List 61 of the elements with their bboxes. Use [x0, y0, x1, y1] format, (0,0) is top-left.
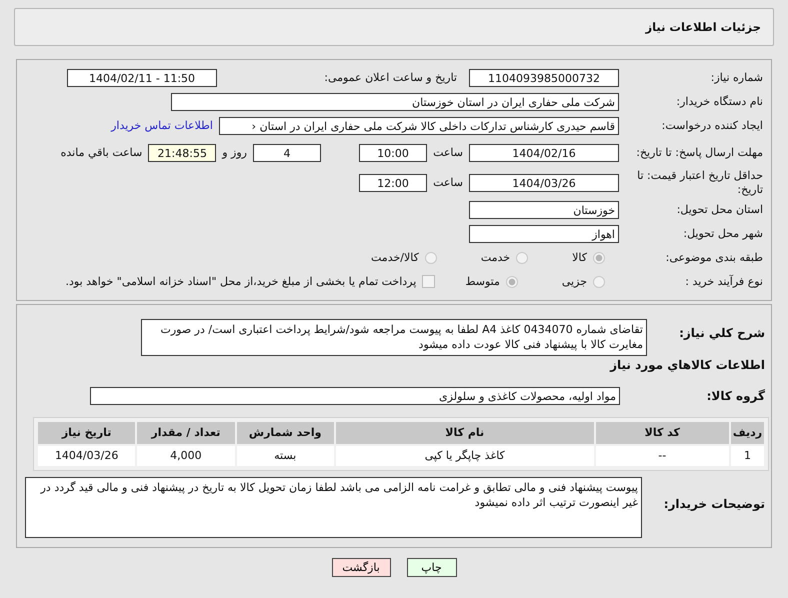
- unit-cell: بسته: [236, 446, 334, 466]
- checkbox-label: پرداخت تمام یا بخشی از مبلغ خرید،از محل "اسناد خزانه اسلامی" خواهد بود.: [66, 275, 416, 288]
- page-title: جزئیات اطلاعات نیاز: [645, 20, 761, 34]
- field-label: حداقل تاریخ اعتبار قیمت: تا تاریخ:: [636, 168, 763, 196]
- province-field[interactable]: خوزستان: [469, 200, 619, 218]
- field-label: شرح کلي نياز:: [678, 326, 766, 340]
- field-label: مهلت ارسال پاسخ: تا تاریخ:: [635, 146, 763, 160]
- field-label: نام دستگاه خریدار:: [675, 94, 763, 108]
- checkbox[interactable]: [422, 275, 436, 288]
- field-label: استان محل تحویل:: [676, 202, 763, 216]
- validity-date-field[interactable]: 1404/03/26: [469, 174, 619, 192]
- field-label: ساعت: [433, 176, 463, 189]
- field-label: توضیحات خریدار:: [662, 497, 766, 511]
- deadline-time-field[interactable]: 10:00: [359, 144, 427, 162]
- radio-label: متوسط: [465, 275, 500, 288]
- radio-button[interactable]: [593, 252, 605, 264]
- field-label: گروه کالا:: [706, 388, 766, 402]
- announce-date-field[interactable]: 1404/02/11 - 11:50: [67, 68, 217, 86]
- goods-code-cell: --: [596, 446, 729, 466]
- column-header: واحد شمارش: [236, 422, 334, 444]
- section-heading: اطلاعات کالاهاي مورد نياز: [608, 358, 766, 372]
- need-date-cell: 1404/03/26: [38, 446, 136, 466]
- print-button[interactable]: چاپ: [406, 558, 456, 577]
- creator-field[interactable]: قاسم حیدری کارشناس تدارکات داخلی کالا شرکت ملی حفاری ایران در استان ‹: [219, 116, 619, 134]
- radio-button[interactable]: [516, 252, 528, 264]
- column-header: نام کالا: [336, 422, 594, 444]
- column-header: کد کالا: [596, 422, 729, 444]
- field-label: شماره نیاز:: [710, 70, 763, 84]
- remaining-time-field: 21:48:55: [148, 144, 216, 162]
- field-label: ساعت باقي مانده: [60, 146, 142, 159]
- goods-name-cell: کاغذ چاپگر یا کپی: [336, 446, 594, 466]
- radio-label: جزیی: [562, 275, 587, 288]
- quantity-cell: 4,000: [137, 446, 235, 466]
- column-header: ردیف: [730, 422, 764, 444]
- radio-label: خدمت: [480, 251, 510, 264]
- column-header: تعداد / مقدار: [137, 422, 235, 444]
- column-header: تاریخ نیاز: [38, 422, 136, 444]
- field-label: روز و: [222, 146, 247, 159]
- row-number-cell: 1: [730, 446, 764, 466]
- field-label: طبقه بندی موضوعی:: [664, 250, 763, 264]
- field-label: نوع فرآیند خرید :: [684, 274, 763, 288]
- back-button[interactable]: بازگشت: [332, 558, 390, 577]
- days-field[interactable]: 4: [253, 144, 321, 162]
- need-number-field[interactable]: 1104093985000732: [469, 68, 619, 86]
- field-label: ساعت: [433, 146, 463, 159]
- field-label: تاریخ و ساعت اعلان عمومی:: [323, 71, 457, 84]
- buyer-org-field[interactable]: شرکت ملی حفاری ایران در استان خوزستان: [171, 92, 619, 110]
- radio-label: کالا/خدمت: [371, 251, 419, 264]
- buyer-notes-textarea[interactable]: پیوست پیشنهاد فنی و مالی تطابق و غرامت نامه الزامی می باشد لطفا زمان تحویل کالا به تاریخ در پیشنهاد فنی و مالی قید گردد در غیر اینصورت ترتیب اثر داده نمیشود: [25, 477, 642, 538]
- radio-button[interactable]: [593, 276, 605, 288]
- deadline-date-field[interactable]: 1404/02/16: [469, 144, 619, 162]
- radio-button[interactable]: [424, 252, 437, 264]
- buyer-contact-link[interactable]: اطلاعات تماس خریدار: [111, 119, 213, 132]
- goods-group-field[interactable]: مواد اولیه، محصولات کاغذی و سلولزی: [90, 386, 620, 404]
- field-label: شهر محل تحویل:: [682, 226, 763, 240]
- validity-time-field[interactable]: 12:00: [359, 174, 427, 192]
- city-field[interactable]: اهواز: [469, 224, 619, 242]
- radio-button[interactable]: [506, 276, 518, 288]
- radio-label: کالا: [572, 251, 587, 264]
- description-textarea[interactable]: تقاضای شماره 0434070 کاغذ A4 لطفا به پیوست مراجعه شود/شرایط پرداخت اعتباری است/ در صورت مغایرت کالا با پیشنهاد فنی کالا عودت داده میشود: [141, 319, 647, 356]
- field-label: ایجاد کننده درخواست:: [660, 118, 763, 132]
